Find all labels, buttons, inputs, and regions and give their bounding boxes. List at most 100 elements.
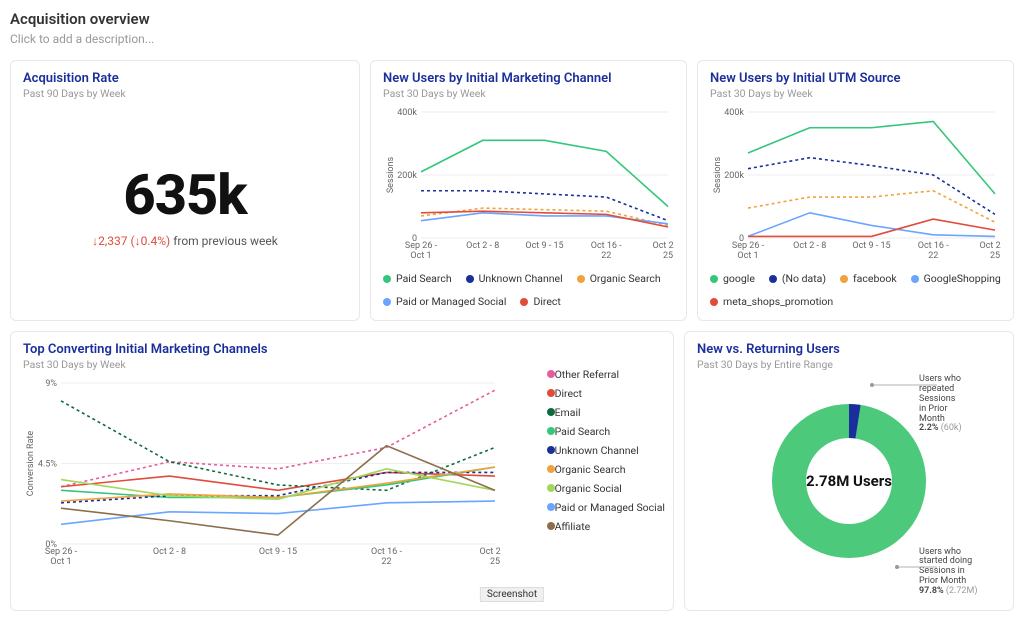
svg-text:Sessions: Sessions [386, 156, 396, 193]
legend-item[interactable]: Organic Search [577, 272, 661, 285]
legend: google (No data) facebook GoogleShopping met… [710, 272, 1001, 308]
legend-item[interactable]: facebook [840, 272, 897, 285]
legend-label: Organic Search [590, 272, 661, 285]
legend-label: GoogleShopping [924, 272, 1001, 285]
legend-item[interactable]: Other Referral [547, 368, 665, 381]
svg-text:Oct 16 -22: Oct 16 -22 [918, 241, 949, 261]
legend-dot-icon [547, 408, 555, 416]
panel-new-vs-returning[interactable]: New vs. Returning Users Past 30 Days by … [684, 331, 1014, 611]
svg-text:Oct 9 - 15: Oct 9 - 15 [525, 241, 563, 251]
svg-text:200k: 200k [724, 171, 744, 181]
legend-dot-icon [547, 427, 555, 435]
page-title: Acquisition overview [10, 10, 1014, 28]
legend-label: Email [555, 406, 581, 419]
legend-item[interactable]: Organic Social [547, 482, 665, 495]
kpi-value: 635k [123, 162, 246, 228]
panel-subtitle: Past 30 Days by Entire Range [697, 358, 1001, 371]
legend-item[interactable]: Paid Search [383, 272, 452, 285]
legend-dot-icon [547, 484, 555, 492]
legend-label: facebook [853, 272, 897, 285]
legend-label: Affiliate [555, 520, 591, 533]
kpi-delta: ↓2,337 (↓0.4%) from previous week [92, 234, 278, 248]
svg-text:Oct 2 - 8: Oct 2 - 8 [466, 241, 499, 251]
legend-dot-icon [547, 370, 555, 378]
legend-item[interactable]: Email [547, 406, 665, 419]
legend-item[interactable]: Paid or Managed Social [547, 501, 665, 514]
legend-dot-icon [840, 275, 848, 283]
legend-dot-icon [911, 275, 919, 283]
legend-label: Paid or Managed Social [396, 295, 506, 308]
legend-item[interactable]: Unknown Channel [466, 272, 563, 285]
svg-text:Sep 26 -Oct 1: Sep 26 -Oct 1 [732, 241, 765, 261]
panel-acquisition-rate[interactable]: Acquisition Rate Past 90 Days by Week 63… [10, 60, 360, 321]
legend-item[interactable]: meta_shops_promotion [710, 295, 833, 308]
legend-dot-icon [466, 275, 474, 283]
legend-item[interactable]: Direct [547, 387, 665, 400]
legend: Paid Search Unknown Channel Organic Search… [383, 272, 674, 308]
legend-label: meta_shops_promotion [723, 295, 833, 308]
legend-item[interactable]: Paid Search [547, 425, 665, 438]
legend-label: Paid or Managed Social [555, 501, 665, 514]
svg-text:Sep 26 -Oct 1: Sep 26 -Oct 1 [405, 241, 438, 261]
legend-label: Paid Search [555, 425, 611, 438]
panel-utm-source[interactable]: New Users by Initial UTM Source Past 30 … [697, 60, 1014, 321]
line-chart: 0200k400kSessionsSep 26 -Oct 1Oct 2 - 8O… [710, 106, 1001, 266]
panel-top-converting[interactable]: Top Converting Initial Marketing Channel… [10, 331, 674, 611]
legend-label: Organic Social [555, 482, 622, 495]
legend-dot-icon [710, 298, 718, 306]
line-chart: 0200k400kSessionsSep 26 -Oct 1Oct 2 - 8O… [383, 106, 674, 266]
legend-label: Direct [555, 387, 582, 400]
legend-dot-icon [577, 275, 585, 283]
legend-label: Unknown Channel [555, 444, 639, 457]
legend-label: Unknown Channel [479, 272, 563, 285]
legend-item[interactable]: Unknown Channel [547, 444, 665, 457]
legend-item[interactable]: Organic Search [547, 463, 665, 476]
donut-center-label: 2.78M Users [806, 472, 892, 490]
legend-dot-icon [383, 298, 391, 306]
panel-title: New Users by Initial UTM Source [710, 71, 1001, 86]
legend-dot-icon [769, 275, 777, 283]
legend-label: Other Referral [555, 368, 619, 381]
legend-label: google [723, 272, 755, 285]
legend-dot-icon [547, 465, 555, 473]
panel-subtitle: Past 30 Days by Week [710, 87, 1001, 100]
legend-label: Paid Search [396, 272, 452, 285]
screenshot-tag: Screenshot [480, 587, 544, 602]
legend-item[interactable]: Affiliate [547, 520, 665, 533]
svg-text:200k: 200k [397, 171, 417, 181]
page-description-placeholder[interactable]: Click to add a description... [10, 32, 1014, 46]
legend-dot-icon [547, 446, 555, 454]
legend-label: Organic Search [555, 463, 626, 476]
svg-text:Oct 16 -22: Oct 16 -22 [591, 241, 622, 261]
svg-text:Oct 9 - 15: Oct 9 - 15 [259, 547, 297, 557]
panel-title: New vs. Returning Users [697, 342, 1001, 357]
svg-text:4.5%: 4.5% [38, 460, 57, 470]
legend-item[interactable]: (No data) [769, 272, 826, 285]
line-chart: 0%4.5%9%Conversion RateSep 26 -Oct 1Oct … [23, 377, 501, 572]
legend-item[interactable]: Paid or Managed Social [383, 295, 506, 308]
panel-subtitle: Past 90 Days by Week [23, 87, 347, 100]
legend-label: (No data) [782, 272, 826, 285]
panel-title: New Users by Initial Marketing Channel [383, 71, 674, 86]
svg-text:Oct 9 - 15: Oct 9 - 15 [852, 241, 890, 251]
legend-dot-icon [383, 275, 391, 283]
panel-title: Top Converting Initial Marketing Channel… [23, 342, 661, 357]
svg-text:Oct 23 -25: Oct 23 -25 [980, 241, 1001, 261]
panel-marketing-channel[interactable]: New Users by Initial Marketing Channel P… [370, 60, 687, 321]
svg-text:Oct 23 -25: Oct 23 -25 [480, 547, 501, 567]
legend-dot-icon [710, 275, 718, 283]
svg-text:Oct 16 -22: Oct 16 -22 [371, 547, 402, 567]
legend-item[interactable]: Direct [520, 295, 560, 308]
panel-subtitle: Past 30 Days by Week [383, 87, 674, 100]
svg-text:9%: 9% [45, 379, 57, 389]
legend-dot-icon [520, 298, 528, 306]
legend-item[interactable]: google [710, 272, 755, 285]
legend-dot-icon [547, 522, 555, 530]
svg-text:Oct 2 - 8: Oct 2 - 8 [793, 241, 826, 251]
svg-text:Conversion Rate: Conversion Rate [26, 431, 36, 497]
legend: Other Referral Direct Email Paid Search Unkn… [547, 368, 665, 533]
svg-text:Oct 23 -25: Oct 23 -25 [653, 241, 674, 261]
legend-item[interactable]: GoogleShopping [911, 272, 1001, 285]
donut-callout-returning: Users who repeated Sessions in Prior Mon… [919, 375, 999, 434]
donut-callout-new: Users who started doing Sessions in Prio… [919, 548, 999, 597]
